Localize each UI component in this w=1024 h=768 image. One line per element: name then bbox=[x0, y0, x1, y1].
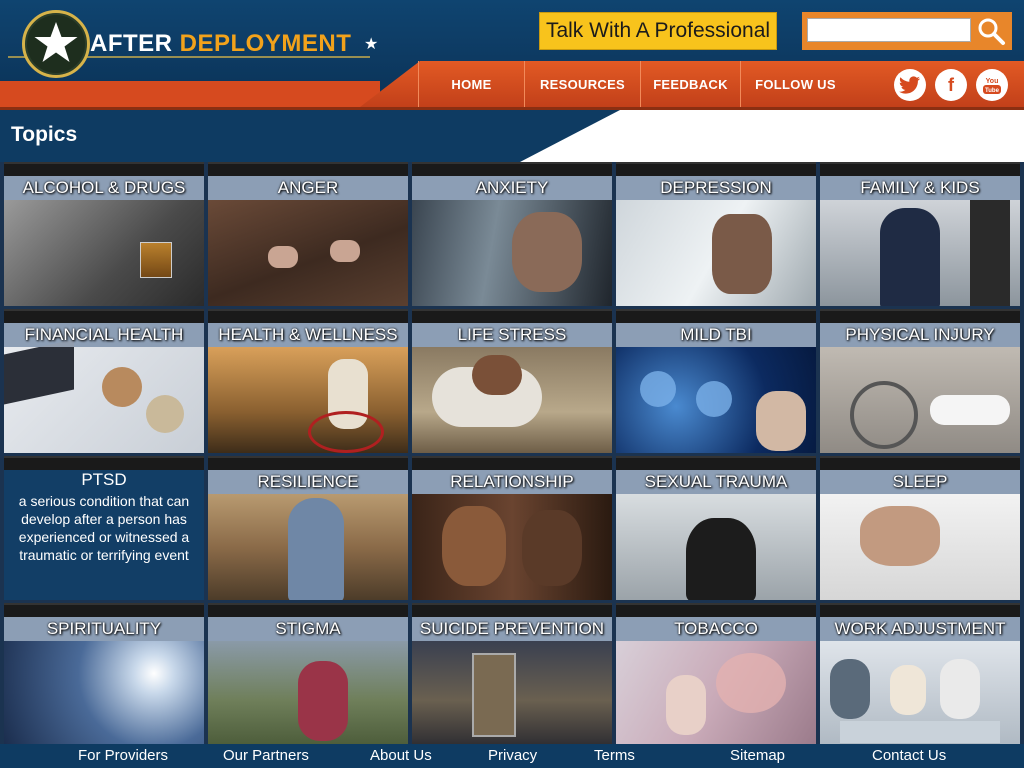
nav-ribbon-left bbox=[0, 81, 380, 107]
topic-tile-health-wellness[interactable]: HEALTH & WELLNESS bbox=[208, 309, 408, 453]
tile-label: LIFE STRESS bbox=[412, 323, 612, 347]
tile-label: RESILIENCE bbox=[208, 470, 408, 494]
topic-tile-sleep[interactable]: SLEEP bbox=[820, 456, 1020, 600]
tile-label: ANGER bbox=[208, 176, 408, 200]
topic-tile-anxiety[interactable]: ANXIETY bbox=[412, 162, 612, 306]
topic-tile-stigma[interactable]: STIGMA bbox=[208, 603, 408, 747]
topic-tile-relationship[interactable]: RELATIONSHIP bbox=[412, 456, 612, 600]
footer-link-contact-us[interactable]: Contact Us bbox=[872, 747, 946, 764]
tile-label: PHYSICAL INJURY bbox=[820, 323, 1020, 347]
footer-link-for-providers[interactable]: For Providers bbox=[78, 747, 168, 764]
topic-tile-sexual-trauma[interactable]: SEXUAL TRAUMA bbox=[616, 456, 816, 600]
youtube-icon[interactable]: You Tube bbox=[976, 69, 1008, 101]
star-icon bbox=[34, 22, 78, 62]
topic-tile-family-kids[interactable]: FAMILY & KIDS bbox=[820, 162, 1020, 306]
tile-label: FINANCIAL HEALTH bbox=[4, 323, 204, 347]
tile-label: SUICIDE PREVENTION bbox=[412, 617, 612, 641]
topic-tile-depression[interactable]: DEPRESSION bbox=[616, 162, 816, 306]
nav-resources[interactable]: RESOURCES bbox=[524, 61, 640, 107]
topic-tile-physical-injury[interactable]: PHYSICAL INJURY bbox=[820, 309, 1020, 453]
topics-grid: ALCOHOL & DRUGS ANGER ANXIETY DEPRESSION… bbox=[0, 162, 1024, 747]
tile-label: ANXIETY bbox=[412, 176, 612, 200]
footer-link-terms[interactable]: Terms bbox=[594, 747, 635, 764]
footer-link-our-partners[interactable]: Our Partners bbox=[223, 747, 309, 764]
topic-tile-spirituality[interactable]: SPIRITUALITY bbox=[4, 603, 204, 747]
logo-word-after: AFTER bbox=[90, 30, 173, 57]
search-box bbox=[802, 12, 1012, 50]
tile-label: WORK ADJUSTMENT bbox=[820, 617, 1020, 641]
svg-text:Tube: Tube bbox=[985, 88, 1000, 94]
topic-tile-life-stress[interactable]: LIFE STRESS bbox=[412, 309, 612, 453]
tile-label: STIGMA bbox=[208, 617, 408, 641]
tile-label: TOBACCO bbox=[616, 617, 816, 641]
topic-tile-ptsd[interactable]: PTSD a serious condition that can develo… bbox=[4, 456, 204, 600]
small-star-icon: ★ bbox=[364, 36, 379, 53]
twitter-icon[interactable] bbox=[894, 69, 926, 101]
footer-link-privacy[interactable]: Privacy bbox=[488, 747, 537, 764]
talk-with-professional-button[interactable]: Talk With A Professional bbox=[539, 12, 777, 50]
topics-banner bbox=[0, 110, 620, 162]
footer-link-sitemap[interactable]: Sitemap bbox=[730, 747, 785, 764]
page-title: Topics bbox=[11, 123, 78, 146]
tile-label: ALCOHOL & DRUGS bbox=[4, 176, 204, 200]
facebook-icon[interactable]: f bbox=[935, 69, 967, 101]
topic-tile-mild-tbi[interactable]: MILD TBI bbox=[616, 309, 816, 453]
topic-tile-anger[interactable]: ANGER bbox=[208, 162, 408, 306]
tile-label: HEALTH & WELLNESS bbox=[208, 323, 408, 347]
nav-feedback[interactable]: FEEDBACK bbox=[640, 61, 740, 107]
search-input[interactable] bbox=[807, 18, 971, 42]
nav-home[interactable]: HOME bbox=[418, 61, 524, 107]
topic-tile-tobacco[interactable]: TOBACCO bbox=[616, 603, 816, 747]
magnifier-icon bbox=[978, 18, 1005, 45]
footer-link-about-us[interactable]: About Us bbox=[370, 747, 432, 764]
topic-tile-suicide-prevention[interactable]: SUICIDE PREVENTION bbox=[412, 603, 612, 747]
logo-wordmark[interactable]: AFTER DEPLOYMENT bbox=[90, 30, 351, 58]
topic-tile-alcohol-drugs[interactable]: ALCOHOL & DRUGS bbox=[4, 162, 204, 306]
main-nav: HOME RESOURCES FEEDBACK FOLLOW US bbox=[418, 61, 850, 107]
logo-word-deployment: DEPLOYMENT bbox=[179, 30, 352, 57]
search-button[interactable] bbox=[974, 16, 1008, 46]
tile-label: FAMILY & KIDS bbox=[820, 176, 1020, 200]
topic-tile-work-adjustment[interactable]: WORK ADJUSTMENT bbox=[820, 603, 1020, 747]
tile-label: MILD TBI bbox=[616, 323, 816, 347]
topic-tile-financial-health[interactable]: FINANCIAL HEALTH bbox=[4, 309, 204, 453]
logo-star-emblem-icon[interactable] bbox=[22, 10, 90, 78]
tile-label: RELATIONSHIP bbox=[412, 470, 612, 494]
nav-follow-us[interactable]: FOLLOW US bbox=[740, 61, 850, 107]
svg-text:You: You bbox=[986, 78, 999, 85]
tile-label: SPIRITUALITY bbox=[4, 617, 204, 641]
tile-description: a serious condition that can develop aft… bbox=[18, 493, 190, 563]
tile-label: SEXUAL TRAUMA bbox=[616, 470, 816, 494]
tile-label: DEPRESSION bbox=[616, 176, 816, 200]
tile-label: PTSD bbox=[81, 470, 127, 489]
tile-label: SLEEP bbox=[820, 470, 1020, 494]
topic-tile-resilience[interactable]: RESILIENCE bbox=[208, 456, 408, 600]
